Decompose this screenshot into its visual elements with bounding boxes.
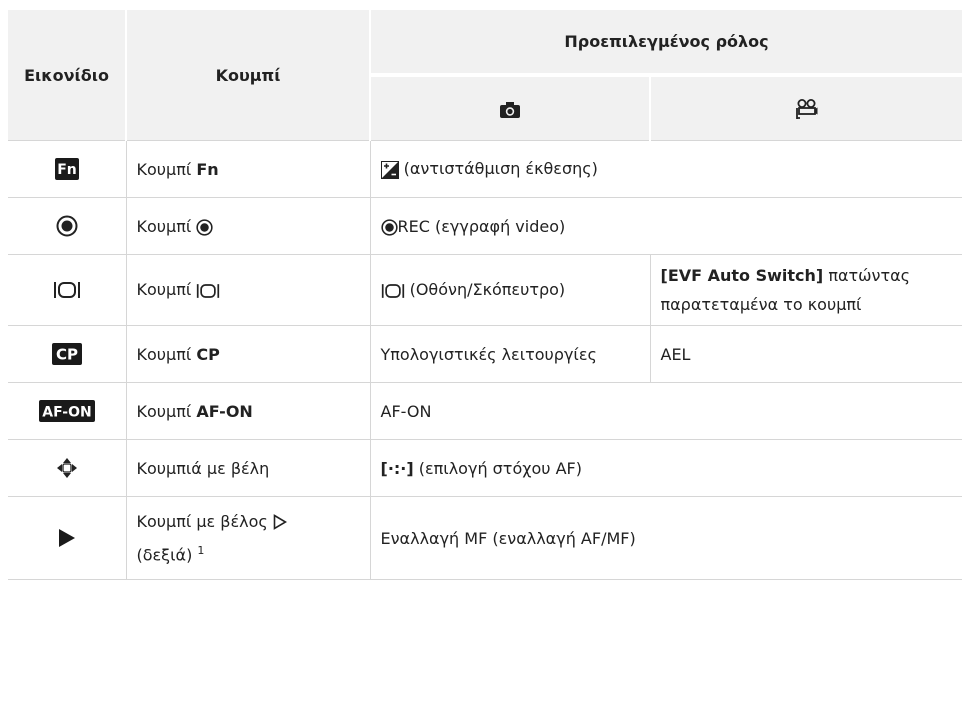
header-photo xyxy=(369,73,650,141)
table-row: Κουμπιά με βέλη [·:·] (επιλογή στόχου AF… xyxy=(8,439,963,497)
button-label-bold: Fn xyxy=(196,159,219,179)
row-button-cell: Κουμπί AF-ON xyxy=(125,382,370,440)
row-photo-role-cell: (Οθόνη/Σκόπευτρο) xyxy=(369,254,650,326)
button-label: Κουμπί με βέλος xyxy=(136,511,273,531)
header-button: Κουμπί xyxy=(125,10,370,141)
record-icon xyxy=(380,218,398,236)
row-role-cell: Εναλλαγή MF (εναλλαγή AF/MF) xyxy=(369,496,963,580)
header-row: Εικονίδιο Κουμπί Προεπιλεγμένος ρόλος xyxy=(8,10,963,141)
exposure-compensation-icon xyxy=(380,160,399,179)
table-row: CP Κουμπί CP Υπολογιστικές λειτουργίες A… xyxy=(8,325,963,383)
af-on-icon: AF-ON xyxy=(38,400,95,422)
button-label: Κουμπί xyxy=(136,401,197,421)
movie-camera-icon xyxy=(795,98,817,119)
row-button-cell: Κουμπί CP xyxy=(125,325,370,383)
row-icon-cell: AF-ON xyxy=(8,382,126,440)
table-row: Κουμπί REC (εγγραφή video) xyxy=(8,197,963,255)
button-label: Κουμπί xyxy=(136,159,197,179)
role-text: AEL xyxy=(660,344,691,364)
row-button-cell: Κουμπί xyxy=(125,254,370,326)
fn-icon: Fn xyxy=(54,158,79,180)
svg-text:AF-ON: AF-ON xyxy=(42,405,91,421)
footnote-marker: 1 xyxy=(197,543,205,557)
monitor-evf-icon xyxy=(53,282,80,299)
row-button-cell: Κουμπί Fn xyxy=(125,140,370,198)
row-icon-cell: CP xyxy=(8,325,126,383)
table-row: Κουμπί με βέλος (δεξιά) 1 Εναλλαγή MF (ε… xyxy=(8,496,963,580)
row-video-role-cell: AEL xyxy=(649,325,963,383)
role-text: Υπολογιστικές λειτουργίες xyxy=(380,344,597,364)
record-icon xyxy=(56,215,78,237)
row-video-role-cell: [EVF Auto Switch] πατώντας παρατεταμένα … xyxy=(649,254,963,326)
svg-text:Fn: Fn xyxy=(57,162,77,178)
button-label: Κουμπί xyxy=(136,344,197,364)
row-role-cell: [·:·] (επιλογή στόχου AF) xyxy=(369,439,963,497)
row-icon-cell: Fn xyxy=(8,140,126,198)
record-icon xyxy=(196,218,213,236)
row-icon-cell xyxy=(8,254,126,326)
role-text: (Οθόνη/Σκόπευτρο) xyxy=(404,280,566,300)
camera-icon xyxy=(500,101,520,118)
row-button-cell: Κουμπιά με βέλη xyxy=(125,439,370,497)
button-label: Κουμπιά με βέλη xyxy=(136,458,270,478)
monitor-evf-icon xyxy=(381,283,404,298)
button-label: Κουμπί xyxy=(136,280,197,300)
role-text: (αντιστάθμιση έκθεσης) xyxy=(398,159,598,179)
table-row: AF-ON Κουμπί AF-ON AF-ON xyxy=(8,382,963,440)
row-role-cell: (αντιστάθμιση έκθεσης) xyxy=(369,140,963,198)
row-photo-role-cell: Υπολογιστικές λειτουργίες xyxy=(369,325,650,383)
role-text: AF-ON xyxy=(380,401,432,421)
arrow-pad-icon xyxy=(56,458,77,478)
evf-auto-switch-label: [EVF Auto Switch] xyxy=(660,266,824,285)
button-label-bold: CP xyxy=(196,344,220,364)
button-label-line2: (δεξιά) xyxy=(136,545,198,565)
svg-text:CP: CP xyxy=(56,346,78,364)
af-target-icon: [·:·] xyxy=(380,458,414,478)
play-icon xyxy=(58,529,75,548)
row-button-cell: Κουμπί xyxy=(125,197,370,255)
table-row: Κουμπί (Οθόνη/Σκόπευτρο) [EVF Auto Switc… xyxy=(8,254,963,326)
header-default-role: Προεπιλεγμένος ρόλος xyxy=(368,10,963,76)
role-text: (επιλογή στόχου AF) xyxy=(413,458,582,478)
role-text: Εναλλαγή MF (εναλλαγή AF/MF) xyxy=(380,528,636,548)
cp-icon: CP xyxy=(51,343,82,365)
row-icon-cell xyxy=(8,439,126,497)
row-icon-cell xyxy=(8,496,126,580)
table-row: Fn Κουμπί Fn (αντιστάθμιση έκθεσης) xyxy=(8,140,963,198)
row-role-cell: AF-ON xyxy=(369,382,963,440)
header-video xyxy=(648,73,963,141)
monitor-evf-icon xyxy=(197,283,220,298)
row-icon-cell xyxy=(8,197,126,255)
button-roles-table: Εικονίδιο Κουμπί Προεπιλεγμένος ρόλος Fn… xyxy=(8,10,963,580)
header-icon: Εικονίδιο xyxy=(8,10,126,141)
role-text: REC (εγγραφή video) xyxy=(397,216,566,236)
button-label-bold: AF-ON xyxy=(196,401,253,421)
row-role-cell: REC (εγγραφή video) xyxy=(369,197,963,255)
row-button-cell: Κουμπί με βέλος (δεξιά) 1 xyxy=(125,496,370,580)
button-label: Κουμπί xyxy=(136,216,197,236)
right-triangle-icon xyxy=(273,514,287,531)
